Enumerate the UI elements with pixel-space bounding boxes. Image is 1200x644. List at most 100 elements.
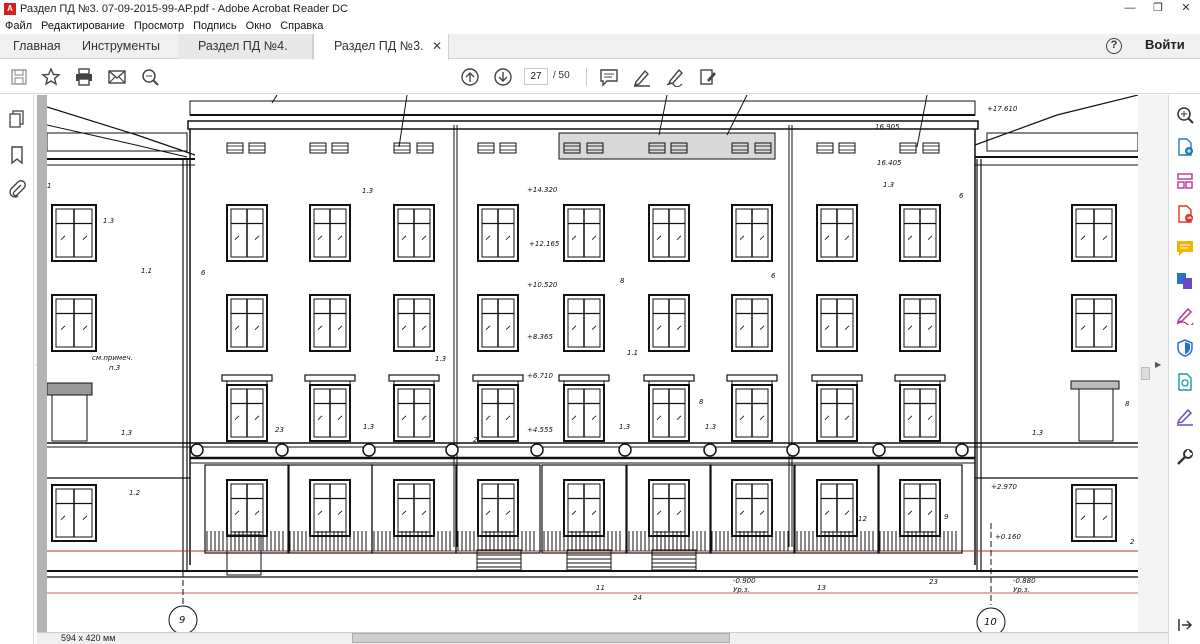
attachments-icon[interactable] — [7, 179, 27, 199]
more-tools-icon[interactable] — [1175, 447, 1195, 467]
mark-0880: -0.880 — [1013, 577, 1036, 585]
fill-sign-icon[interactable] — [698, 67, 718, 87]
highlight-pen-icon[interactable] — [632, 67, 652, 87]
sign-pen-icon[interactable] — [665, 67, 685, 87]
mark-1-3-a: 1.3 — [103, 217, 114, 225]
minimize-button[interactable]: — — [1116, 0, 1144, 17]
collapse-right-arrow-icon[interactable]: ▶ — [1155, 360, 1161, 369]
mark-2970: +2.970 — [991, 483, 1017, 491]
mark-14320: +14.320 — [527, 186, 558, 194]
mark-13: 13 — [817, 584, 826, 592]
zoom-in-icon[interactable] — [1175, 105, 1195, 125]
facade-drawing: +17.610 16.905 16.405 +14.320 +12.165 +1… — [46, 95, 1138, 632]
menu-file[interactable]: Файл — [5, 20, 32, 32]
bookmark-star-icon[interactable] — [41, 67, 61, 87]
tab-home[interactable]: Главная — [13, 34, 61, 59]
window-title: Раздел ПД №3. 07-09-2015-99-АР.pdf - Ado… — [20, 2, 349, 15]
mark-1-3-g: 1.3 — [619, 423, 630, 431]
mark-1-3-b: 1.3 — [362, 187, 373, 195]
search-icon[interactable] — [140, 67, 160, 87]
mark-6-a: 6 — [201, 269, 206, 277]
mark-2-b: 2 — [1130, 538, 1135, 546]
protect-icon[interactable] — [1175, 338, 1195, 358]
mark-1-2: 1.2 — [129, 489, 141, 497]
window-controls: — ❐ ✕ — [1116, 0, 1200, 17]
mark-6-c: 6 — [959, 192, 964, 200]
menu-view[interactable]: Просмотр — [134, 20, 184, 32]
mark-1-3-e: 1.3 — [121, 429, 132, 437]
previous-page-icon[interactable] — [460, 67, 480, 87]
fill-sign-tool-icon[interactable] — [1175, 305, 1195, 325]
toolbar-separator — [586, 68, 587, 86]
menu-sign[interactable]: Подпись — [193, 20, 237, 32]
mark-1: 1 — [47, 182, 51, 190]
mark-9: 9 — [944, 513, 949, 521]
page-size: 594 x 420 мм — [61, 633, 116, 643]
page-number-input[interactable]: 27 — [524, 68, 548, 85]
mark-17610: +17.610 — [987, 105, 1018, 113]
axis-10: 10 — [984, 617, 997, 628]
maximize-button[interactable]: ❐ — [1144, 0, 1172, 17]
mark-1-3-c: 1.3 — [883, 181, 894, 189]
sign-in-button[interactable]: Войти — [1145, 37, 1185, 52]
mark-1-3-i: 1.3 — [1032, 429, 1043, 437]
certificates-icon[interactable] — [1175, 372, 1195, 392]
acrobat-app-icon: A — [4, 2, 16, 15]
vertical-scroll-thumb[interactable] — [1141, 367, 1150, 380]
help-icon[interactable]: ? — [1106, 38, 1122, 54]
mark-16905: 16.905 — [875, 123, 900, 131]
document-viewport[interactable]: +17.610 16.905 16.405 +14.320 +12.165 +1… — [37, 95, 1138, 632]
vertical-scrollbar[interactable] — [1138, 95, 1168, 644]
left-nav-panel — [0, 95, 34, 644]
mark-8-b: 8 — [699, 398, 704, 406]
axis-9: 9 — [179, 615, 185, 626]
create-pdf-icon[interactable] — [1175, 137, 1195, 157]
email-icon[interactable] — [107, 67, 127, 87]
mark-23-a: 23 — [275, 426, 284, 434]
menu-bar: Файл Редактирование Просмотр Подпись Окн… — [0, 17, 1200, 34]
close-tab-icon[interactable]: ✕ — [432, 34, 442, 59]
comment-icon[interactable] — [599, 67, 619, 87]
mark-12: 12 — [858, 515, 867, 523]
note-item-3: п.3 — [109, 364, 120, 372]
page-thumbnails-icon[interactable] — [7, 109, 27, 129]
print-icon[interactable] — [74, 67, 94, 87]
close-window-button[interactable]: ✕ — [1172, 0, 1200, 17]
horizontal-scroll-thumb[interactable] — [352, 633, 730, 643]
mark-10520: +10.520 — [527, 281, 558, 289]
next-page-icon[interactable] — [493, 67, 513, 87]
mark-4555: +4.555 — [527, 426, 553, 434]
collapse-panel-icon[interactable] — [1175, 615, 1195, 635]
mark-16405: 16.405 — [877, 159, 902, 167]
mark-2-a: 2 — [473, 436, 478, 444]
tab-document-3[interactable]: Раздел ПД №3. 07... ✕ — [313, 34, 449, 78]
level-ground-1: Ур.з. — [733, 586, 750, 594]
save-icon[interactable] — [9, 67, 29, 87]
bookmarks-icon[interactable] — [7, 145, 27, 165]
export-pdf-icon[interactable] — [1175, 204, 1195, 224]
mark-11-b: 1.1 — [627, 349, 638, 357]
mark-8-c: 8 — [1125, 400, 1130, 408]
mark-24: 24 — [633, 594, 642, 602]
mark-1-3-h: 1.3 — [705, 423, 716, 431]
tab-bar: Главная Инструменты Раздел ПД №4. 07... … — [0, 34, 1200, 78]
note-see-remark: см.примеч. — [92, 354, 133, 362]
menu-help[interactable]: Справка — [280, 20, 323, 32]
right-tools-panel — [1168, 95, 1200, 644]
send-for-signature-icon[interactable] — [1175, 406, 1195, 426]
mark-1-3-f: 1.3 — [363, 423, 374, 431]
mark-6710: +6.710 — [527, 372, 553, 380]
page-total: / 50 — [553, 70, 570, 81]
menu-window[interactable]: Окно — [246, 20, 272, 32]
combine-files-icon[interactable] — [1175, 271, 1195, 291]
pdf-page: +17.610 16.905 16.405 +14.320 +12.165 +1… — [46, 95, 1138, 632]
mark-0160: +0.160 — [995, 533, 1021, 541]
tab-document-4[interactable]: Раздел ПД №4. 07... — [178, 34, 313, 78]
tab-tools[interactable]: Инструменты — [82, 34, 160, 59]
mark-0900: -0.900 — [733, 577, 756, 585]
level-ground-2: Ур.з. — [1013, 586, 1030, 594]
organize-pages-icon[interactable] — [1175, 171, 1195, 191]
comment-tool-icon[interactable] — [1175, 238, 1195, 258]
menu-edit[interactable]: Редактирование — [41, 20, 125, 32]
mark-23-b: 23 — [929, 578, 938, 586]
